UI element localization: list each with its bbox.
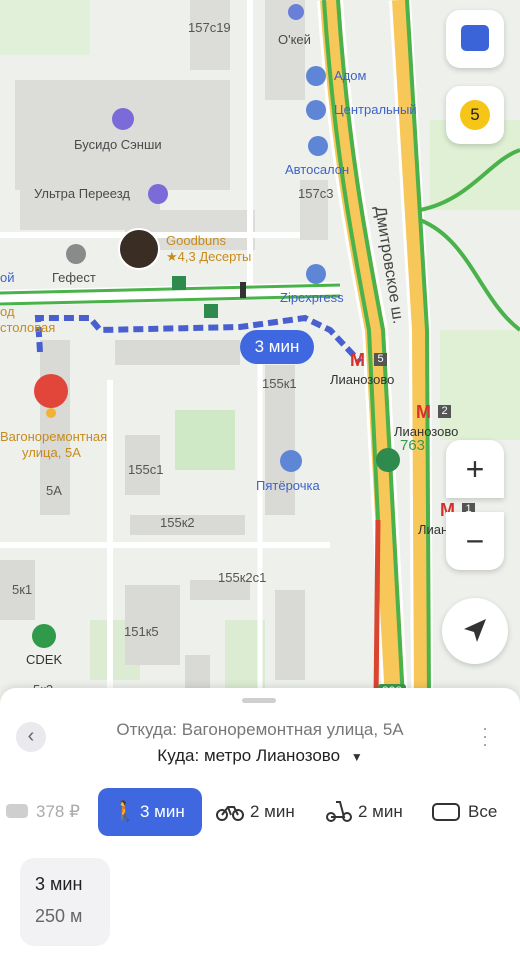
all-transport-icon	[432, 803, 460, 821]
building-label: 155с1	[128, 462, 164, 477]
map-label-cut: ой	[0, 270, 15, 285]
cdek-icon	[32, 624, 56, 648]
traffic-light-icon	[240, 282, 246, 298]
poi-rating: ★4,3 Десерты	[166, 249, 252, 264]
scooter-icon	[326, 801, 352, 822]
poi-pyaterochka[interactable]: Пятёрочка	[256, 478, 320, 493]
zoom-out-icon: −	[465, 523, 485, 559]
destination-label-2: улица, 5А	[22, 445, 81, 460]
car-service-icon	[308, 136, 328, 156]
more-dots-icon: · · ·	[482, 718, 488, 754]
mode-label: Все	[468, 802, 498, 821]
mode-taxi[interactable]: 378 ₽	[6, 788, 88, 836]
traffic-layer-button[interactable]: 5	[446, 86, 504, 144]
route-to-label: Куда: метро Лианозово	[157, 746, 341, 765]
traffic-icon: 5	[460, 100, 490, 130]
poi-avtosalon[interactable]: Автосалон	[285, 162, 349, 177]
poi-adom[interactable]: Адом	[334, 68, 366, 83]
route-number: 763	[400, 437, 426, 454]
route-time-badge[interactable]: 3 мин	[240, 330, 314, 364]
route-sheet: ‹ Откуда: Вагоноремонтная улица, 5А Куда…	[0, 688, 520, 960]
route-result-card[interactable]: 3 мин 250 м	[20, 858, 110, 946]
poi-zipexpress[interactable]: Zipexpress	[280, 290, 344, 305]
poi-lianozovo-cut: Лиан	[418, 522, 449, 537]
mode-label: 2 мин	[250, 802, 295, 821]
mode-bike[interactable]: 2 мин	[216, 788, 312, 836]
mode-label: 378 ₽	[36, 802, 80, 821]
box-icon	[148, 184, 168, 204]
transit-layer-button[interactable]	[446, 10, 504, 68]
dropdown-triangle-icon: ▼	[350, 750, 363, 764]
building-label: 157с3	[298, 186, 334, 201]
map-view[interactable]: 157с19 О'кей Адом Центральный Бусидо Сэн…	[0, 0, 520, 700]
taxi-icon	[6, 804, 28, 818]
poi-stolovaya: столовая	[0, 320, 56, 335]
destination-label: Вагоноремонтная	[0, 429, 108, 444]
building-pin-icon[interactable]	[34, 374, 68, 408]
mode-label: 3 мин	[140, 802, 185, 821]
zoom-in-button[interactable]: +	[446, 440, 504, 498]
poi-busido[interactable]: Бусидо Сэнши	[74, 137, 162, 152]
poi-cdek[interactable]: CDEK	[26, 652, 62, 667]
poi-centralny[interactable]: Центральный	[334, 102, 417, 117]
hotel-icon	[288, 4, 304, 20]
mode-walk[interactable]: 🚶 3 мин	[98, 788, 202, 836]
more-menu-button[interactable]: · · ·	[478, 718, 492, 754]
walk-icon: 🚶	[112, 801, 137, 823]
building-label: 155к1	[262, 376, 297, 391]
car-service-icon	[306, 100, 326, 120]
briefcase-icon	[66, 244, 86, 264]
result-time: 3 мин	[35, 874, 83, 894]
building-label: 151к5	[124, 624, 159, 639]
mode-scooter[interactable]: 2 мин	[326, 788, 416, 836]
result-distance: 250 м	[35, 906, 83, 926]
sheet-handle[interactable]	[242, 698, 276, 703]
building-label: 5к1	[12, 582, 33, 597]
poi-lianozovo-metro[interactable]: Лианозово	[330, 372, 394, 387]
poi-oke[interactable]: О'кей	[278, 32, 311, 47]
building-label: 157с19	[188, 20, 231, 35]
bus-stop-icon	[204, 304, 218, 318]
zoom-out-button[interactable]: −	[446, 512, 504, 570]
building-label: 155к2с1	[218, 570, 267, 585]
metro-line-badge: 2	[438, 405, 451, 418]
metro-icon: M	[350, 350, 365, 370]
metro-line-badge: 5	[374, 353, 387, 366]
route-to[interactable]: Куда: метро Лианозово ▼	[0, 746, 520, 766]
building-label: 155к2	[160, 515, 195, 530]
building-label: 5А	[46, 483, 62, 498]
mode-all[interactable]: Все	[432, 788, 512, 836]
poi-gefest[interactable]: Гефест	[52, 270, 96, 285]
shop-icon	[280, 450, 302, 472]
gym-icon	[112, 108, 134, 130]
locate-me-button[interactable]	[442, 598, 508, 664]
route-from[interactable]: Откуда: Вагоноремонтная улица, 5А	[0, 720, 520, 740]
pin-point-icon	[46, 408, 56, 418]
car-service-icon	[306, 66, 326, 86]
poi-goodbuns[interactable]: Goodbuns	[166, 233, 226, 248]
bus-stop-icon	[172, 276, 186, 290]
goodbuns-photo-icon[interactable]	[118, 228, 160, 270]
map-label-cut: од	[0, 304, 15, 319]
zoom-in-icon: +	[465, 451, 485, 487]
mode-label: 2 мин	[358, 802, 403, 821]
poi-ultra[interactable]: Ультра Переезд	[34, 186, 130, 201]
locate-me-icon	[464, 619, 486, 642]
bus-transit-icon	[461, 25, 489, 51]
metro-icon: M	[416, 402, 431, 422]
car-service-icon	[306, 264, 326, 284]
transport-modes: 378 ₽ 🚶 3 мин 2 мин 2 мин Все	[0, 788, 520, 836]
bike-icon	[216, 806, 244, 821]
bus-stop-icon	[376, 448, 400, 472]
